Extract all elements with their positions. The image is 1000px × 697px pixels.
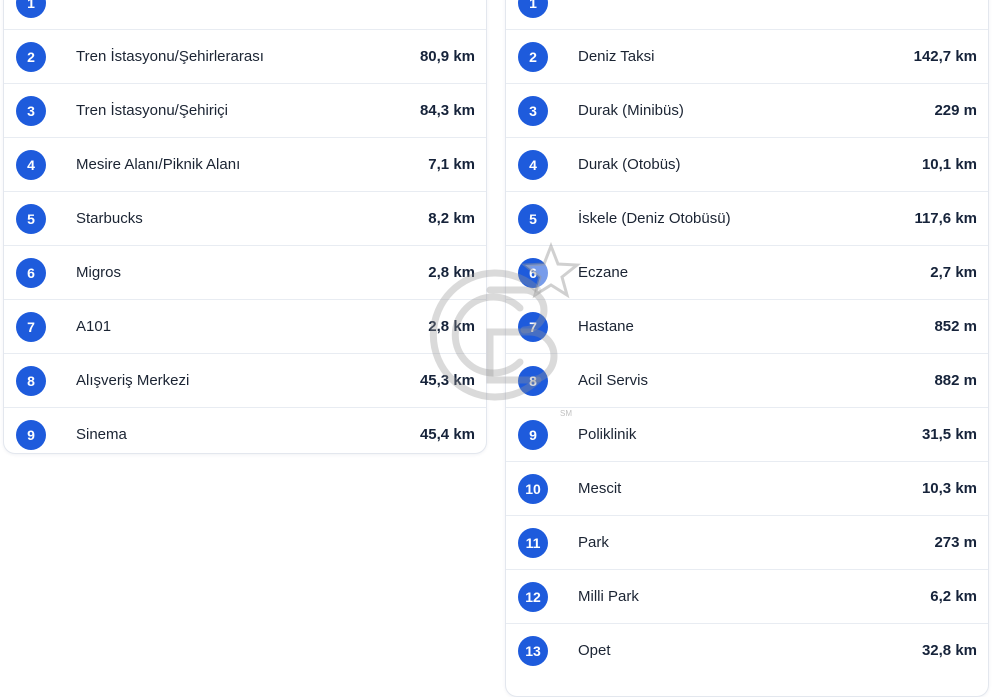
list-item[interactable]: 9 Sinema 45,4 km xyxy=(4,408,486,453)
rank-badge: 7 xyxy=(518,312,548,342)
list-item[interactable]: 8 Acil Servis 882 m xyxy=(506,354,988,408)
rank-badge: 11 xyxy=(518,528,548,558)
rank-badge: 8 xyxy=(16,366,46,396)
place-name: Milli Park xyxy=(578,588,639,605)
place-name: Tren İstasyonu/Şehirlerarası xyxy=(76,48,264,65)
rank-badge: 4 xyxy=(518,150,548,180)
list-item[interactable]: 7 A101 2,8 km xyxy=(4,300,486,354)
place-distance: 2,8 km xyxy=(428,264,475,281)
list-item[interactable]: 2 Tren İstasyonu/Şehirlerarası 80,9 km xyxy=(4,30,486,84)
place-name: Eczane xyxy=(578,264,629,281)
list-item[interactable]: 1 xyxy=(506,0,988,30)
list-item[interactable]: 1 xyxy=(4,0,486,30)
rank-badge: 6 xyxy=(518,258,548,288)
place-name: Durak (Minibüs) xyxy=(578,102,684,119)
place-distance: 117,6 km xyxy=(914,210,977,227)
place-distance: 84,3 km xyxy=(419,102,475,119)
list-item[interactable]: 3 Durak (Minibüs) 229 m xyxy=(506,84,988,138)
list-item[interactable]: 6 Migros 2,8 km xyxy=(4,246,486,300)
rank-badge: 6 xyxy=(16,258,46,288)
rank-badge: 13 xyxy=(518,636,548,666)
rank-badge: 9 xyxy=(518,420,548,450)
place-name: Park xyxy=(578,534,609,551)
place-distance: 852 m xyxy=(934,318,977,335)
place-distance: 8,2 km xyxy=(428,210,475,227)
list-item[interactable]: 7 Hastane 852 m xyxy=(506,300,988,354)
list-item[interactable]: 9 Poliklinik 31,5 km xyxy=(506,408,988,462)
place-distance: 80,9 km xyxy=(419,48,475,65)
place-name: Deniz Taksi xyxy=(578,48,655,65)
place-distance: 2,7 km xyxy=(930,264,977,281)
rank-badge: 2 xyxy=(518,42,548,72)
rank-badge: 9 xyxy=(16,420,46,450)
place-distance: 10,3 km xyxy=(921,480,977,497)
list-item[interactable]: 5 Starbucks 8,2 km xyxy=(4,192,486,246)
place-name: Starbucks xyxy=(76,210,143,227)
place-name: Mesire Alanı/Piknik Alanı xyxy=(76,156,241,173)
rank-badge: 2 xyxy=(16,42,46,72)
place-distance: 32,8 km xyxy=(921,642,977,659)
list-item[interactable]: 11 Park 273 m xyxy=(506,516,988,570)
place-name: Alışveriş Merkezi xyxy=(76,372,190,389)
list-item[interactable]: 13 Opet 32,8 km xyxy=(506,624,988,677)
list-item[interactable]: 6 Eczane 2,7 km xyxy=(506,246,988,300)
place-distance: 2,8 km xyxy=(428,318,475,335)
rank-badge: 5 xyxy=(518,204,548,234)
place-distance: 273 m xyxy=(934,534,977,551)
rank-badge: 12 xyxy=(518,582,548,612)
list-item[interactable]: 8 Alışveriş Merkezi 45,3 km xyxy=(4,354,486,408)
place-name: A101 xyxy=(76,318,112,335)
place-distance: 10,1 km xyxy=(921,156,977,173)
place-distance: 45,4 km xyxy=(419,426,475,443)
rank-badge: 1 xyxy=(16,0,46,18)
place-name: Poliklinik xyxy=(578,426,637,443)
list-item[interactable]: 12 Milli Park 6,2 km xyxy=(506,570,988,624)
place-distance: 882 m xyxy=(934,372,977,389)
rank-badge: 7 xyxy=(16,312,46,342)
rank-badge: 10 xyxy=(518,474,548,504)
place-name: Hastane xyxy=(578,318,634,335)
place-distance: 229 m xyxy=(934,102,977,119)
place-distance: 45,3 km xyxy=(419,372,475,389)
list-item[interactable]: 3 Tren İstasyonu/Şehiriçi 84,3 km xyxy=(4,84,486,138)
place-distance: 6,2 km xyxy=(930,588,977,605)
place-name: İskele (Deniz Otobüsü) xyxy=(578,210,731,227)
rank-badge: 4 xyxy=(16,150,46,180)
place-distance: 31,5 km xyxy=(921,426,977,443)
rank-badge: 1 xyxy=(518,0,548,18)
place-name: Sinema xyxy=(76,426,127,443)
place-name: Migros xyxy=(76,264,122,281)
list-item[interactable]: 10 Mescit 10,3 km xyxy=(506,462,988,516)
rank-badge: 5 xyxy=(16,204,46,234)
place-distance: 142,7 km xyxy=(913,48,977,65)
nearby-places-list-left: 1 2 Tren İstasyonu/Şehirlerarası 80,9 km… xyxy=(3,0,487,454)
list-item[interactable]: 4 Durak (Otobüs) 10,1 km xyxy=(506,138,988,192)
place-name: Mescit xyxy=(578,480,622,497)
place-name: Opet xyxy=(578,642,611,659)
place-distance: 7,1 km xyxy=(428,156,475,173)
place-name: Tren İstasyonu/Şehiriçi xyxy=(76,102,229,119)
place-name: Acil Servis xyxy=(578,372,649,389)
nearby-places-list-right: 1 2 Deniz Taksi 142,7 km 3 Durak (Minibü… xyxy=(505,0,989,697)
place-name: Durak (Otobüs) xyxy=(578,156,681,173)
list-item[interactable]: 5 İskele (Deniz Otobüsü) 117,6 km xyxy=(506,192,988,246)
rank-badge: 3 xyxy=(16,96,46,126)
list-item[interactable]: 4 Mesire Alanı/Piknik Alanı 7,1 km xyxy=(4,138,486,192)
rank-badge: 3 xyxy=(518,96,548,126)
list-item[interactable]: 2 Deniz Taksi 142,7 km xyxy=(506,30,988,84)
rank-badge: 8 xyxy=(518,366,548,396)
